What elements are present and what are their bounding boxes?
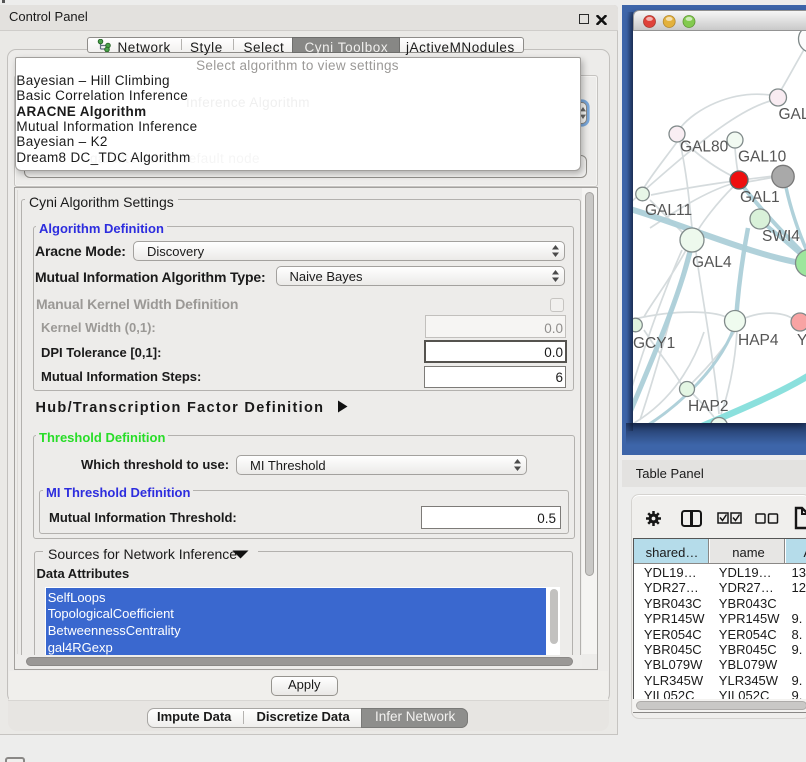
svg-text:GAL1: GAL1 [740,189,780,206]
svg-text:GAL2: GAL2 [779,106,806,123]
svg-text:GAL11: GAL11 [645,202,692,219]
svg-text:GAL10: GAL10 [738,149,787,166]
svg-text:SWI4: SWI4 [762,228,800,245]
svg-text:GAL80: GAL80 [680,139,729,156]
svg-text:HAP4: HAP4 [738,332,779,349]
svg-text:GCY1: GCY1 [633,335,675,352]
svg-text:GAL4: GAL4 [692,254,732,271]
svg-text:HAP2: HAP2 [688,398,729,415]
svg-text:YB: YB [797,332,806,349]
